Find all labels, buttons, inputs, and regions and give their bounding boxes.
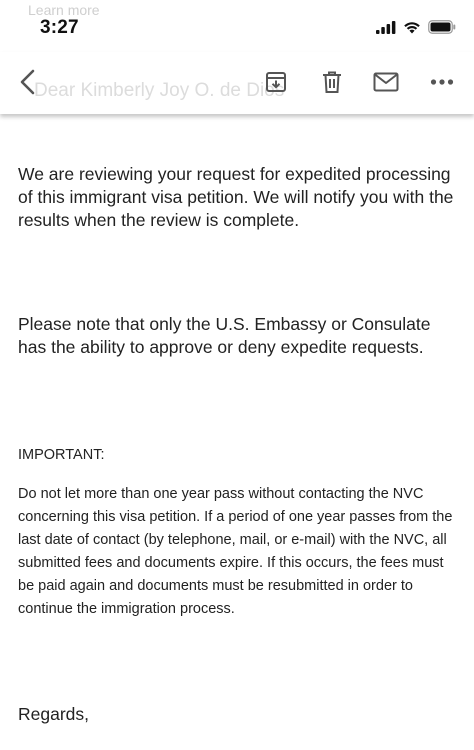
back-arrow-icon (20, 69, 35, 95)
status-bar: Learn more 3:27 (0, 0, 474, 52)
important-label: IMPORTANT: (18, 447, 105, 463)
archive-icon (266, 72, 286, 92)
email-closing: Regards, (18, 704, 90, 724)
trash-icon (323, 71, 341, 93)
more-options-button[interactable] (426, 66, 458, 98)
archive-button[interactable] (260, 66, 292, 98)
email-toolbar: Dear Kimberly Joy O. de Dios (0, 52, 474, 114)
email-paragraph-review: We are reviewing your request for expedi… (18, 164, 454, 230)
battery-icon (428, 20, 456, 34)
email-screen: Learn more 3:27 Dear Kimberly Joy O. de (0, 0, 474, 750)
delete-button[interactable] (316, 66, 348, 98)
email-paragraph-embassy: Please note that only the U.S. Embassy o… (18, 314, 431, 357)
ghost-sender-text: Dear Kimberly Joy O. de Dios (34, 80, 285, 101)
mark-unread-button[interactable] (370, 66, 402, 98)
status-ghost-text: Learn more (28, 2, 100, 18)
more-icon (430, 79, 454, 85)
status-time: 3:27 (40, 17, 79, 38)
back-button[interactable] (12, 66, 44, 98)
wifi-icon (404, 21, 420, 33)
signal-icon (376, 20, 396, 34)
important-text: Do not let more than one year pass witho… (18, 486, 453, 617)
mail-icon (373, 72, 399, 92)
status-icons (376, 20, 456, 34)
